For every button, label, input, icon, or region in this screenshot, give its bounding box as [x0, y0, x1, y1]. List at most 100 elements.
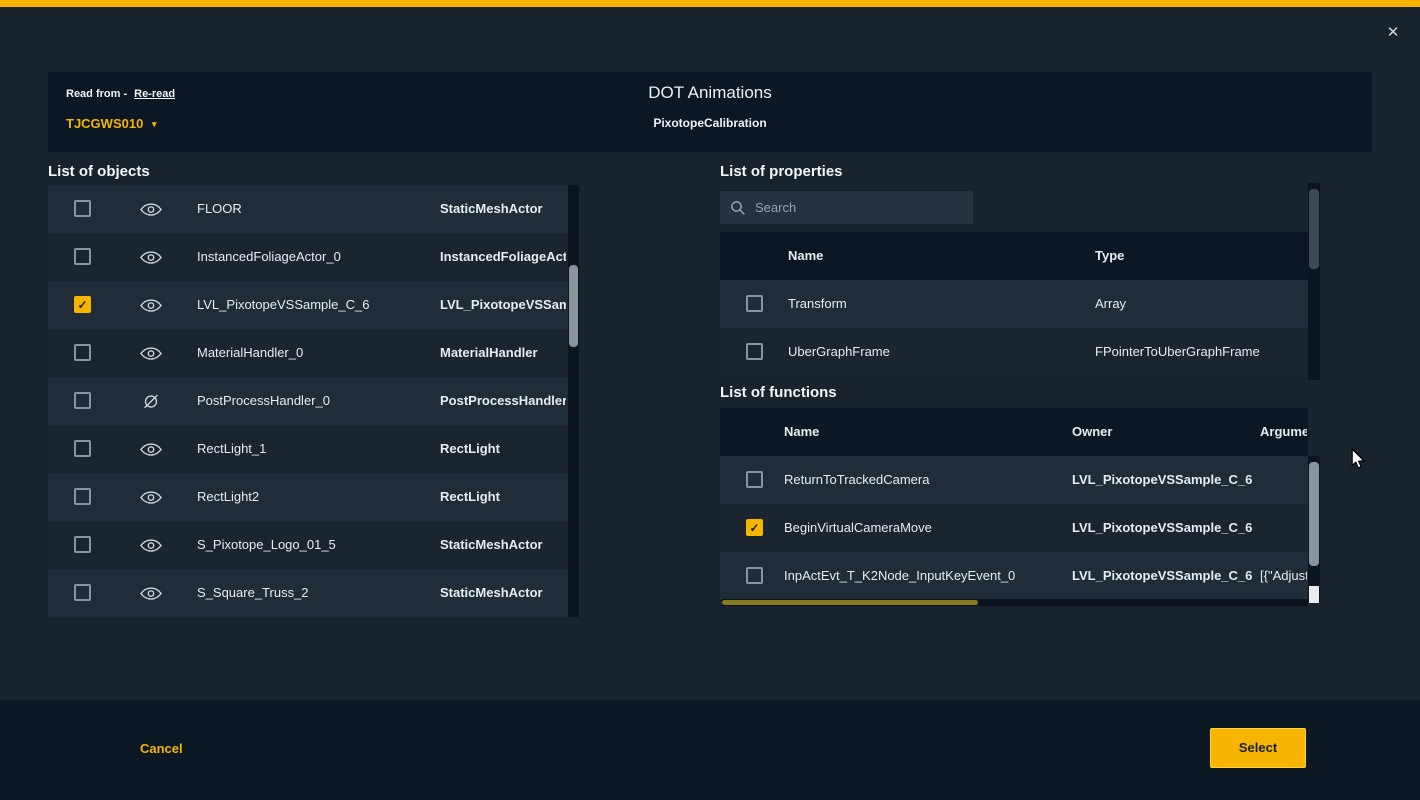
object-name: LVL_PixotopeVSSample_C_6: [197, 281, 427, 329]
dialog-title-block: DOT Animations PixotopeCalibration: [48, 72, 1372, 130]
object-type: StaticMeshActor: [440, 569, 566, 617]
dialog-footer: Cancel Select: [0, 700, 1420, 800]
table-row[interactable]: Transform Array: [720, 280, 1308, 328]
eye-icon[interactable]: [140, 490, 162, 505]
table-row[interactable]: ✓ LVL_PixotopeVSSample_C_6 LVL_PixotopeV…: [48, 281, 568, 329]
close-icon[interactable]: ✕: [1382, 22, 1404, 44]
object-name: MaterialHandler_0: [197, 329, 427, 377]
page-title: DOT Animations: [48, 83, 1372, 103]
object-type: MaterialHandler: [440, 329, 566, 377]
column-header-type: Type: [1095, 232, 1303, 280]
properties-table: Transform Array UberGraphFrame FPointerT…: [720, 280, 1308, 376]
table-row[interactable]: S_Square_Truss_2 StaticMeshActor: [48, 569, 568, 617]
table-row[interactable]: MaterialHandler_0 MaterialHandler: [48, 329, 568, 377]
table-row[interactable]: S_Pixotope_Logo_01_5 StaticMeshActor: [48, 521, 568, 569]
checkbox[interactable]: [746, 343, 763, 360]
objects-scrollbar[interactable]: [568, 185, 579, 617]
properties-header-row: Name Type: [720, 232, 1308, 280]
column-header-arguments: Arguments: [1260, 408, 1307, 456]
checkbox[interactable]: [74, 392, 91, 409]
search-box[interactable]: [720, 191, 973, 224]
checkbox[interactable]: [74, 248, 91, 265]
table-row[interactable]: InstancedFoliageActor_0 InstancedFoliage…: [48, 233, 568, 281]
table-row[interactable]: PostProcessHandler_0 PostProcessHandler: [48, 377, 568, 425]
table-row[interactable]: FLOOR StaticMeshActor: [48, 185, 568, 233]
functions-scrollbar[interactable]: [1308, 456, 1320, 602]
function-owner: LVL_PixotopeVSSample_C_6: [1072, 552, 1254, 600]
functions-scrollbar-thumb[interactable]: [1309, 462, 1319, 566]
eye-icon[interactable]: [140, 298, 162, 313]
object-type: PostProcessHandler: [440, 377, 566, 425]
object-type: StaticMeshActor: [440, 185, 566, 233]
checkbox-checked[interactable]: ✓: [74, 296, 91, 313]
functions-table: ReturnToTrackedCamera LVL_PixotopeVSSamp…: [720, 456, 1308, 600]
checkbox[interactable]: [746, 567, 763, 584]
properties-heading: List of properties: [720, 163, 843, 180]
object-name: S_Pixotope_Logo_01_5: [197, 521, 427, 569]
functions-heading: List of functions: [720, 384, 837, 401]
eye-icon[interactable]: [140, 442, 162, 457]
objects-scrollbar-thumb[interactable]: [569, 265, 578, 347]
objects-heading: List of objects: [48, 163, 150, 180]
checkbox-checked[interactable]: ✓: [746, 519, 763, 536]
object-type: InstancedFoliageActor: [440, 233, 566, 281]
table-row[interactable]: ReturnToTrackedCamera LVL_PixotopeVSSamp…: [720, 456, 1308, 504]
functions-horizontal-scrollbar-thumb[interactable]: [722, 600, 978, 605]
property-name: Transform: [788, 280, 1078, 328]
checkmark-icon: ✓: [77, 298, 87, 312]
function-owner: LVL_PixotopeVSSample_C_6: [1072, 456, 1254, 504]
function-owner: LVL_PixotopeVSSample_C_6: [1072, 504, 1254, 552]
function-arguments: [{"Adjust: [1260, 552, 1307, 600]
object-name: PostProcessHandler_0: [197, 377, 427, 425]
property-type: FPointerToUberGraphFrame: [1095, 328, 1303, 376]
checkbox[interactable]: [74, 536, 91, 553]
object-type: StaticMeshActor: [440, 521, 566, 569]
property-type: Array: [1095, 280, 1303, 328]
checkbox[interactable]: [746, 471, 763, 488]
function-name: ReturnToTrackedCamera: [784, 456, 1064, 504]
checkbox[interactable]: [74, 440, 91, 457]
eye-icon[interactable]: [140, 346, 162, 361]
eye-icon[interactable]: [140, 586, 162, 601]
functions-horizontal-scrollbar[interactable]: [722, 599, 1308, 606]
function-name: BeginVirtualCameraMove: [784, 504, 1064, 552]
objects-table: FLOOR StaticMeshActor InstancedFoliageAc…: [48, 185, 568, 617]
checkbox[interactable]: [74, 488, 91, 505]
checkbox[interactable]: [746, 295, 763, 312]
properties-scrollbar-thumb[interactable]: [1309, 189, 1319, 269]
table-row[interactable]: RectLight_1 RectLight: [48, 425, 568, 473]
object-name: FLOOR: [197, 185, 427, 233]
property-name: UberGraphFrame: [788, 328, 1078, 376]
table-row[interactable]: InpActEvt_T_K2Node_InputKeyEvent_0 LVL_P…: [720, 552, 1308, 600]
checkmark-icon: ✓: [749, 521, 759, 535]
object-type: RectLight: [440, 425, 566, 473]
dialog-header: Read from -Re-read TJCGWS010 ▾ DOT Anima…: [48, 72, 1372, 152]
object-type: LVL_PixotopeVSSample_C: [440, 281, 566, 329]
object-type: RectLight: [440, 473, 566, 521]
table-row[interactable]: UberGraphFrame FPointerToUberGraphFrame: [720, 328, 1308, 376]
checkbox[interactable]: [74, 200, 91, 217]
eye-hidden-icon[interactable]: [140, 394, 162, 409]
object-name: RectLight2: [197, 473, 427, 521]
object-name: S_Square_Truss_2: [197, 569, 427, 617]
object-name: InstancedFoliageActor_0: [197, 233, 427, 281]
checkbox[interactable]: [74, 344, 91, 361]
eye-icon[interactable]: [140, 538, 162, 553]
table-row[interactable]: ✓ BeginVirtualCameraMove LVL_PixotopeVSS…: [720, 504, 1308, 552]
object-name: RectLight_1: [197, 425, 427, 473]
table-row[interactable]: RectLight2 RectLight: [48, 473, 568, 521]
function-name: InpActEvt_T_K2Node_InputKeyEvent_0: [784, 552, 1064, 600]
functions-header-row: Name Owner Arguments: [720, 408, 1308, 456]
eye-icon[interactable]: [140, 250, 162, 265]
eye-icon[interactable]: [140, 202, 162, 217]
column-header-name: Name: [788, 232, 1078, 280]
search-input[interactable]: [755, 200, 963, 215]
mouse-cursor: [1348, 448, 1368, 475]
scrollbar-corner: [1309, 586, 1319, 603]
properties-scrollbar[interactable]: [1308, 183, 1320, 380]
search-icon: [730, 200, 746, 216]
checkbox[interactable]: [74, 584, 91, 601]
select-button[interactable]: Select: [1210, 728, 1306, 768]
page-subtitle: PixotopeCalibration: [48, 116, 1372, 130]
cancel-button[interactable]: Cancel: [140, 741, 183, 756]
